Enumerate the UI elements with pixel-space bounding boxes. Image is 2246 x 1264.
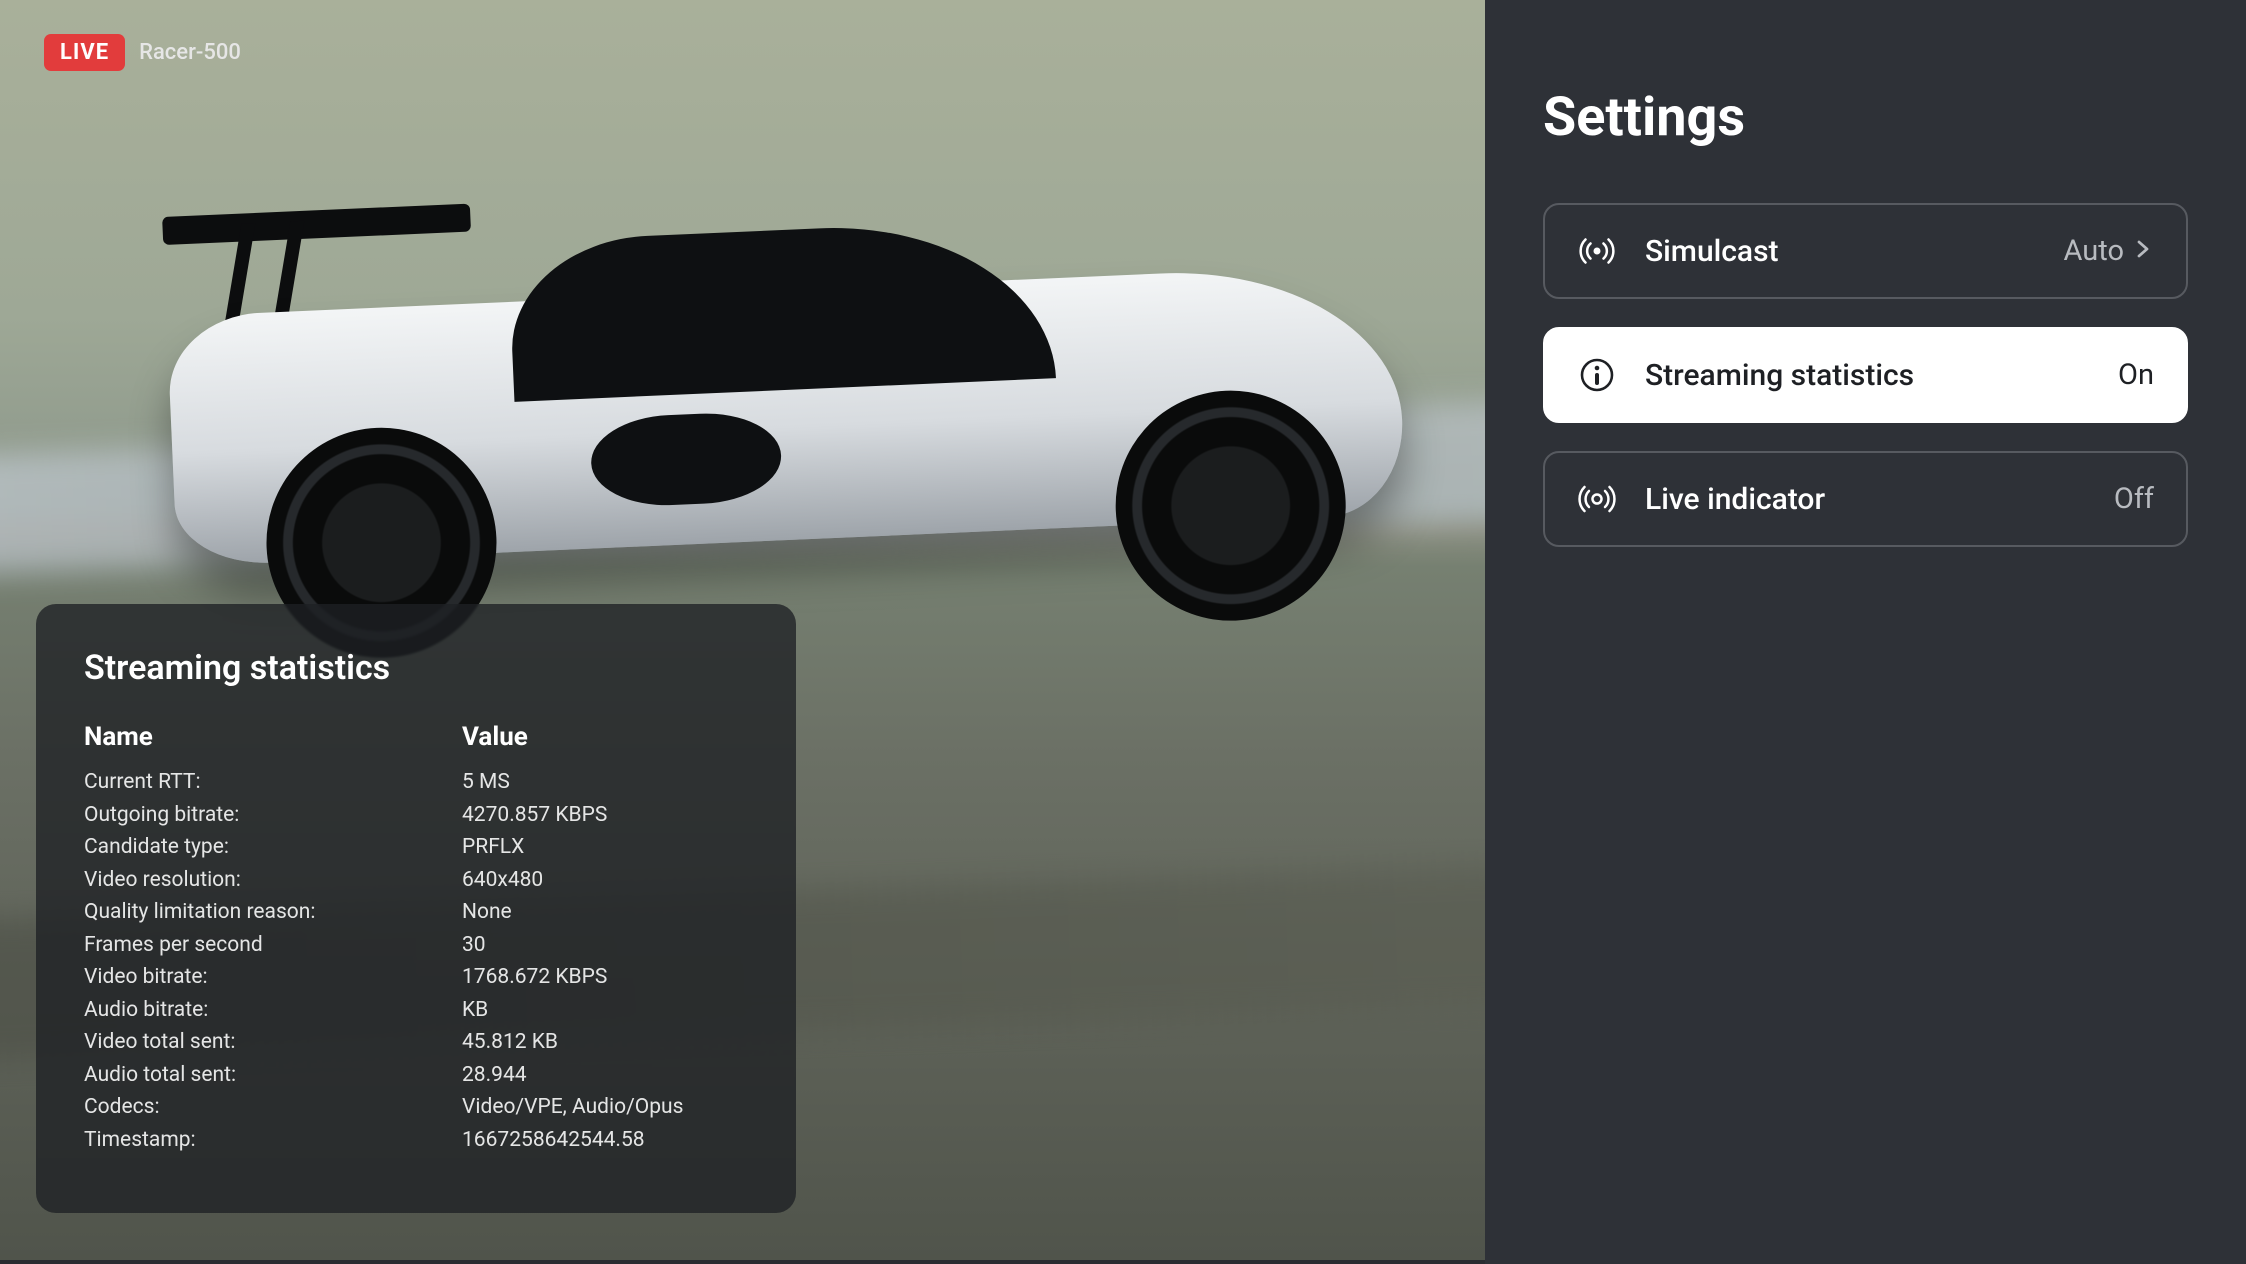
stats-row-name: Frames per second	[84, 929, 462, 962]
video-viewer[interactable]: LIVE Racer-500 Streaming statistics Name…	[0, 0, 1485, 1260]
stats-row-value: 28.944	[462, 1059, 748, 1092]
stats-row-value: 4270.857 KBPS	[462, 799, 748, 832]
settings-panel: Settings Simulcast Auto Streaming statisti…	[1485, 0, 2246, 1264]
stats-row: Outgoing bitrate:4270.857 KBPS	[84, 799, 748, 832]
stats-row: Current RTT:5 MS	[84, 766, 748, 799]
stats-row-name: Audio bitrate:	[84, 994, 462, 1027]
setting-label: Streaming statistics	[1645, 358, 2090, 393]
stats-row: Video total sent:45.812 KB	[84, 1026, 748, 1059]
setting-label: Live indicator	[1645, 482, 2086, 517]
stats-rows: Current RTT:5 MSOutgoing bitrate:4270.85…	[84, 766, 748, 1157]
broadcast-icon	[1577, 231, 1617, 271]
stats-row-value: KB	[462, 994, 748, 1027]
chevron-right-icon	[2132, 234, 2154, 268]
stats-row-value: 640x480	[462, 864, 748, 897]
stats-col-name: Name	[84, 722, 462, 752]
setting-streaming-statistics[interactable]: Streaming statistics On	[1543, 327, 2188, 423]
setting-live-indicator[interactable]: Live indicator Off	[1543, 451, 2188, 547]
stats-row-value: 5 MS	[462, 766, 748, 799]
settings-title: Settings	[1543, 86, 2188, 149]
live-row: LIVE Racer-500	[44, 34, 241, 71]
stats-row-value: 1667258642544.58	[462, 1124, 748, 1157]
stats-row-name: Current RTT:	[84, 766, 462, 799]
stats-row: Quality limitation reason:None	[84, 896, 748, 929]
setting-value: Auto	[2064, 234, 2155, 268]
stats-row-name: Timestamp:	[84, 1124, 462, 1157]
stats-row-name: Outgoing bitrate:	[84, 799, 462, 832]
stats-header-row: Name Value	[84, 722, 748, 752]
stats-row-name: Audio total sent:	[84, 1059, 462, 1092]
stats-row: Candidate type:PRFLX	[84, 831, 748, 864]
setting-label: Simulcast	[1645, 234, 2036, 269]
stats-row-value: None	[462, 896, 748, 929]
stats-row-name: Video resolution:	[84, 864, 462, 897]
setting-simulcast[interactable]: Simulcast Auto	[1543, 203, 2188, 299]
stats-row: Frames per second30	[84, 929, 748, 962]
stats-row-name: Video bitrate:	[84, 961, 462, 994]
stats-row-value: 1768.672 KBPS	[462, 961, 748, 994]
stream-name: Racer-500	[139, 40, 241, 65]
setting-value: On	[2118, 358, 2154, 392]
stats-row: Video resolution:640x480	[84, 864, 748, 897]
stats-row-value: Video/VPE, Audio/Opus	[462, 1091, 748, 1124]
streaming-statistics-overlay: Streaming statistics Name Value Current …	[36, 604, 796, 1213]
stats-col-value: Value	[462, 722, 528, 752]
stats-row: Codecs:Video/VPE, Audio/Opus	[84, 1091, 748, 1124]
stats-row-name: Video total sent:	[84, 1026, 462, 1059]
info-icon	[1577, 355, 1617, 395]
live-badge: LIVE	[44, 34, 125, 71]
stats-row: Audio bitrate:KB	[84, 994, 748, 1027]
stats-row-name: Candidate type:	[84, 831, 462, 864]
stats-row: Video bitrate:1768.672 KBPS	[84, 961, 748, 994]
stats-title: Streaming statistics	[84, 648, 748, 688]
stats-row: Audio total sent:28.944	[84, 1059, 748, 1092]
setting-value: Off	[2114, 482, 2154, 516]
stats-row-name: Codecs:	[84, 1091, 462, 1124]
video-content-car	[161, 143, 1409, 626]
stats-row-value: 30	[462, 929, 748, 962]
stats-row-value: 45.812 KB	[462, 1026, 748, 1059]
stats-row-name: Quality limitation reason:	[84, 896, 462, 929]
stats-row-value: PRFLX	[462, 831, 748, 864]
live-icon	[1577, 479, 1617, 519]
settings-list: Simulcast Auto Streaming statistics On Live …	[1543, 203, 2188, 547]
stats-row: Timestamp:1667258642544.58	[84, 1124, 748, 1157]
